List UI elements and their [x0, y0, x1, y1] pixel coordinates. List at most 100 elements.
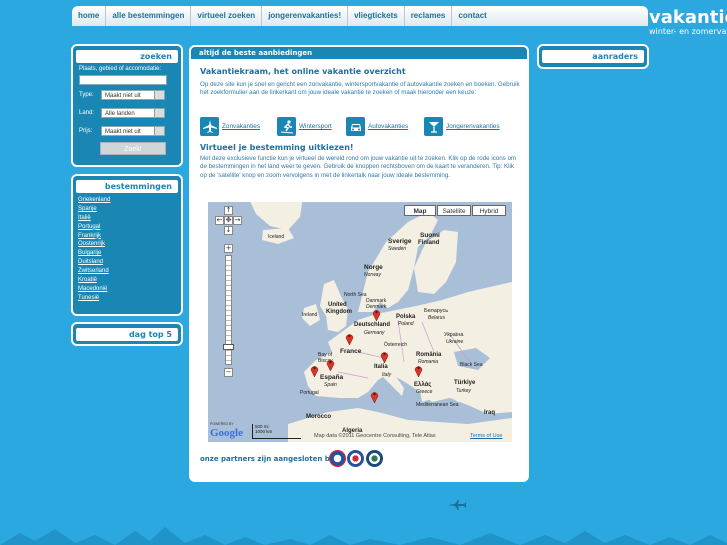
destination-link[interactable]: Portugal [78, 223, 181, 232]
partner-logo-sgr-icon[interactable] [347, 450, 364, 467]
destination-link[interactable]: Spanje [78, 205, 181, 214]
pan-right-icon[interactable]: → [233, 216, 242, 225]
zoom-in-icon[interactable]: + [224, 244, 233, 253]
nav-alle-bestemmingen[interactable]: alle bestemmingen [106, 6, 192, 26]
recommendations-title: aanraders [542, 50, 644, 63]
recommendations-panel: aanraders [537, 44, 649, 69]
pan-up-icon[interactable]: ↑ [224, 206, 233, 215]
map-label-poland: Poland [398, 321, 414, 327]
destination-link[interactable]: Duitsland [78, 258, 181, 267]
destination-pin-icon[interactable] [310, 364, 319, 377]
prijs-select[interactable]: Maakt niet uit [101, 126, 165, 136]
zoom-out-icon[interactable]: − [224, 368, 233, 377]
destination-link[interactable]: Oostenrijk [78, 240, 181, 249]
pan-left-icon[interactable]: ← [215, 216, 224, 225]
nav-virtueel-zoeken[interactable]: virtueel zoeken [191, 6, 263, 26]
destination-pin-icon[interactable] [380, 350, 389, 363]
type-row: Type: Maakt niet uit [73, 90, 181, 104]
type-label: Type: [79, 92, 94, 98]
nav-reclames[interactable]: reclames [405, 6, 453, 26]
map-label-france: France [340, 348, 362, 355]
destination-link[interactable]: Tunesië [78, 294, 181, 303]
europe-map[interactable]: Map Satellite Hybrid ↑ ← ✥ → ↓ + − Icela… [208, 202, 512, 442]
pan-center-icon[interactable]: ✥ [224, 216, 233, 225]
day-top-5-panel: dag top 5 [71, 322, 183, 346]
logo-tagline: winter- en zomervakanties [649, 27, 727, 36]
land-select[interactable]: Alle landen [101, 108, 165, 118]
map-label-belarus: Belarus [428, 315, 445, 321]
destination-link[interactable]: Griekenland [78, 196, 181, 205]
category-label: Jongerenvakanties [446, 123, 500, 130]
land-row: Land: Alle landen [73, 108, 181, 122]
chevron-down-icon [154, 109, 164, 117]
destination-link[interactable]: Zwitserland [78, 267, 181, 276]
destinations-list: Griekenland Spanje Italië Portugal Frank… [73, 196, 181, 303]
category-wintersport[interactable]: Wintersport [277, 117, 332, 136]
mountain-silhouette [0, 527, 727, 545]
site-logo[interactable]: vakantie winter- en zomervakanties [649, 9, 727, 36]
main-header: altijd de beste aanbiedingen [191, 47, 527, 59]
type-select-value: Maakt niet uit [105, 93, 141, 99]
prijs-label: Prijs: [79, 128, 93, 134]
map-scale: 500 mi 1000 km [252, 424, 301, 439]
map-label-belarus-native: Беларусь [424, 308, 449, 314]
map-label-italy: Italy [382, 372, 392, 378]
nav-home[interactable]: home [72, 6, 107, 26]
google-logo[interactable]: Google [210, 427, 243, 439]
prijs-row: Prijs: Maakt niet uit [73, 126, 181, 140]
destination-link[interactable]: Italië [78, 214, 181, 223]
map-label-italia: Italia [374, 364, 388, 370]
map-copyright: Map data ©2011 Geocentre Consulting, Tel… [314, 433, 436, 439]
land-label: Land: [79, 110, 95, 116]
type-select[interactable]: Maakt niet uit [101, 90, 165, 100]
map-label-ireland: Ireland [302, 312, 318, 318]
nav-contact[interactable]: contact [452, 6, 492, 26]
destination-link[interactable]: Macedonië [78, 285, 181, 294]
category-jongerenvakanties[interactable]: Jongerenvakanties [424, 117, 500, 136]
destinations-panel: bestemmingen Griekenland Spanje Italië P… [71, 174, 183, 316]
map-label-ellas: Ελλάς [414, 382, 432, 388]
map-label-deutschland: Deutschland [354, 322, 391, 328]
destination-pin-icon[interactable] [372, 308, 381, 321]
destination-link[interactable]: Bulgarije [78, 249, 181, 258]
partner-logo-calamiteitenfonds-icon[interactable] [366, 450, 383, 467]
skier-icon [277, 117, 296, 136]
page-title: Vakantiekraam, het online vakantie overz… [200, 67, 406, 76]
partner-logo-anvr-icon[interactable] [329, 450, 346, 467]
pan-down-icon[interactable]: ↓ [224, 226, 233, 235]
nav-vliegtickets[interactable]: vliegtickets [348, 6, 405, 26]
virtual-text: Met deze exclusieve functie kun je virtu… [200, 155, 517, 179]
cocktail-icon [424, 117, 443, 136]
map-type-satellite-button[interactable]: Satellite [437, 205, 471, 216]
virtual-title: Virtueel je bestemming uitkiezen! [200, 143, 354, 152]
map-label-turkiye: Türkiye [454, 380, 476, 386]
search-button[interactable]: Zoek! [100, 142, 166, 155]
nav-jongerenvakanties[interactable]: jongerenvakanties! [262, 6, 349, 26]
category-label: Zonvakanties [222, 123, 261, 130]
destination-pin-icon[interactable] [345, 332, 354, 345]
map-label-ukraine: Ukraine [446, 339, 464, 345]
land-select-value: Alle landen [105, 111, 135, 117]
category-autovakanties[interactable]: Autovakanties [346, 117, 408, 136]
category-label: Wintersport [299, 123, 332, 130]
chevron-down-icon [154, 91, 164, 99]
map-type-hybrid-button[interactable]: Hybrid [472, 205, 506, 216]
plane-icon [200, 117, 219, 136]
category-zonvakanties[interactable]: Zonvakanties [200, 117, 260, 136]
destination-pin-icon[interactable] [370, 390, 379, 403]
map-label-black-sea: Black Sea [460, 362, 483, 368]
terms-of-use-link[interactable]: Terms of Use [470, 433, 502, 439]
destination-link[interactable]: Kroatië [78, 276, 181, 285]
car-icon [346, 117, 365, 136]
map-label-suomi: Suomi [420, 232, 440, 239]
destination-pin-icon[interactable] [414, 364, 423, 377]
place-label: Plaats, gebied of accomodatie: [79, 66, 162, 72]
place-input[interactable] [79, 75, 167, 85]
destination-pin-icon[interactable] [326, 358, 335, 371]
destination-link[interactable]: Frankrijk [78, 232, 181, 241]
intro-text: Op deze site kun je snel en gericht een … [200, 81, 520, 97]
map-label-turkey: Turkey [456, 388, 471, 394]
prijs-select-value: Maakt niet uit [105, 129, 141, 135]
map-type-map-button[interactable]: Map [404, 205, 436, 216]
zoom-slider-handle[interactable] [223, 344, 234, 350]
